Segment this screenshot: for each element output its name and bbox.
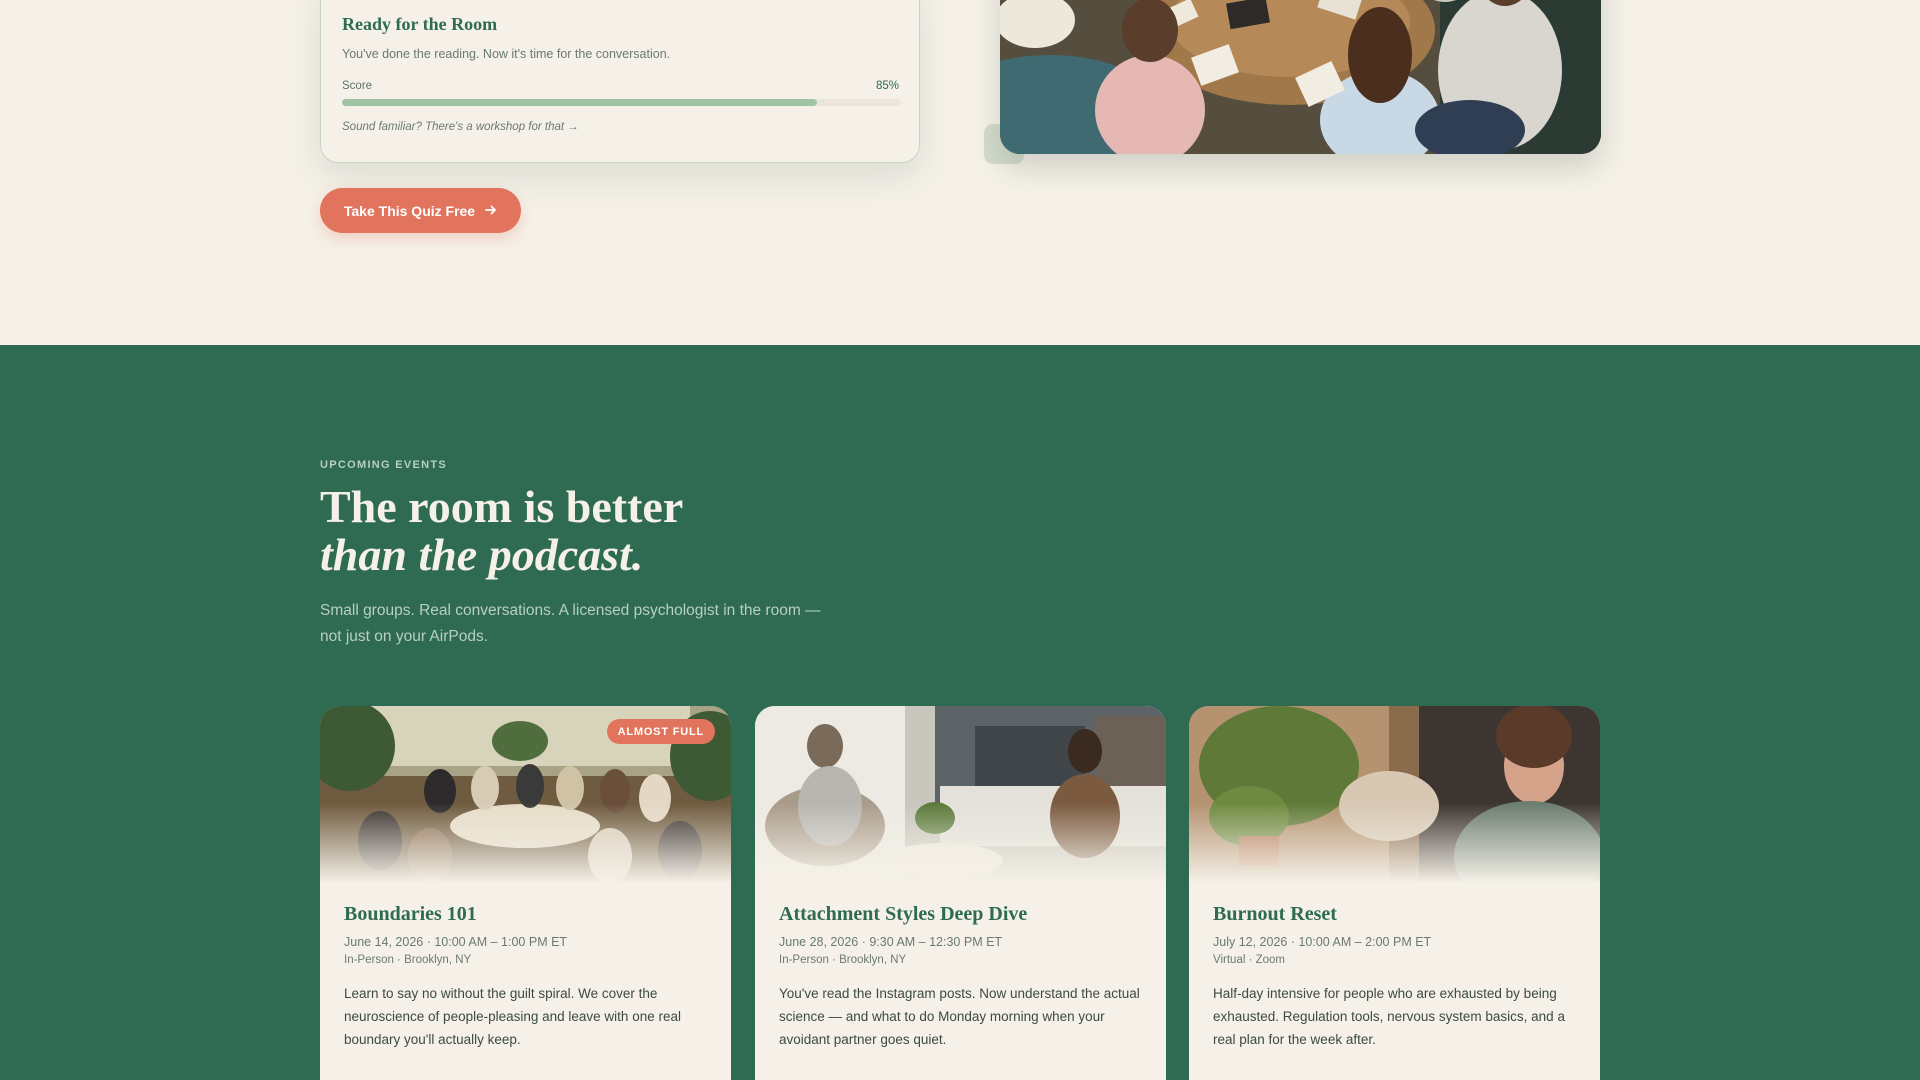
- workshop-link[interactable]: Sound familiar? There's a workshop for t…: [342, 121, 899, 133]
- event-description: You've read the Instagram posts. Now und…: [779, 986, 1140, 1047]
- score-progress-fill: [342, 99, 818, 106]
- event-card-photo: ALMOST FULL: [320, 706, 731, 883]
- almost-full-badge: ALMOST FULL: [606, 719, 715, 744]
- upcoming-events-section: UPCOMING EVENTS The room is better than …: [0, 345, 1920, 1080]
- quiz-result-card: Ready for the Room You've done the readi…: [320, 0, 920, 163]
- section-headline: The room is better than the podcast.: [320, 483, 683, 579]
- event-card-body: Burnout Reset July 12, 2026 · 10:00 AM –…: [1189, 883, 1600, 1051]
- photo-fade: [755, 803, 1166, 883]
- event-location: In-Person · Brooklyn, NY: [344, 954, 472, 966]
- section-eyebrow: UPCOMING EVENTS: [320, 459, 448, 471]
- event-card-photo: [755, 706, 1166, 883]
- event-card-body: Attachment Styles Deep Dive June 28, 202…: [755, 883, 1166, 1051]
- arrow-right-icon: [485, 203, 497, 219]
- event-description: Half-day intensive for people who are ex…: [1213, 986, 1565, 1047]
- event-card-photo: [1189, 706, 1600, 883]
- photo-fade: [1189, 803, 1600, 883]
- event-location: In-Person · Brooklyn, NY: [779, 954, 907, 966]
- headline-line-2: than the podcast.: [320, 529, 644, 580]
- take-quiz-button[interactable]: Take This Quiz Free: [320, 188, 521, 233]
- quiz-result-title: Ready for the Room: [342, 14, 498, 34]
- score-progress-bar: [342, 99, 901, 106]
- event-description: Learn to say no without the guilt spiral…: [344, 986, 681, 1047]
- event-title[interactable]: Boundaries 101: [344, 903, 707, 926]
- event-date: June 28, 2026 · 9:30 AM – 12:30 PM ET: [779, 935, 1003, 949]
- event-date: June 14, 2026 · 10:00 AM – 1:00 PM ET: [344, 935, 568, 949]
- take-quiz-label: Take This Quiz Free: [343, 202, 476, 219]
- photo-fade: [320, 803, 731, 883]
- quiz-result-subtitle: You've done the reading. Now it's time f…: [342, 47, 671, 61]
- event-card[interactable]: Attachment Styles Deep Dive June 28, 202…: [755, 706, 1166, 1080]
- event-location: Virtual · Zoom: [1213, 954, 1286, 966]
- score-label: Score: [342, 80, 373, 92]
- score-value: 85%: [875, 80, 899, 92]
- headline-line-1: The room is better: [320, 481, 684, 532]
- event-title[interactable]: Burnout Reset: [1213, 903, 1576, 926]
- quiz-section: Ready for the Room You've done the readi…: [0, 0, 1920, 345]
- event-card[interactable]: ALMOST FULL Boundaries 101 June 14, 2026…: [320, 706, 731, 1080]
- event-card-body: Boundaries 101 June 14, 2026 · 10:00 AM …: [320, 883, 731, 1051]
- event-title[interactable]: Attachment Styles Deep Dive: [779, 903, 1142, 926]
- event-date: July 12, 2026 · 10:00 AM – 2:00 PM ET: [1213, 935, 1432, 949]
- score-row: Score 85%: [342, 80, 899, 92]
- section-lede: Small groups. Real conversations. A lice…: [320, 602, 821, 645]
- event-card[interactable]: Burnout Reset July 12, 2026 · 10:00 AM –…: [1189, 706, 1600, 1080]
- group-discussion-photo: [1000, 0, 1601, 154]
